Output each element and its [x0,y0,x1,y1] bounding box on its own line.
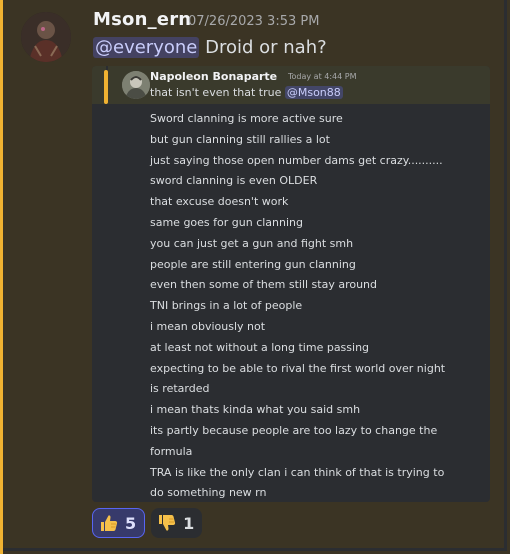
embedded-line: formula [150,444,193,458]
embedded-line: even then some of them still stay around [150,278,378,292]
reply-text-body: that isn't even that true [150,86,282,99]
embedded-line: sword clanning is even OLDER [150,174,318,188]
message-text: Droid or nah? [205,37,327,58]
reaction-thumbs-up[interactable]: 5 [92,508,146,538]
reply-author-avatar [122,71,150,99]
embedded-line: i mean thats kinda what you said smh [150,403,361,417]
embedded-line: at least not without a long time passing [150,340,370,354]
thumbs-down-icon [157,513,177,533]
embedded-line: Sword clanning is more active sure [150,112,343,125]
everyone-mention[interactable]: @everyone [93,37,200,58]
embedded-line: TRA is like the only clan i can think of… [150,465,445,479]
embedded-screenshot: Napoleon Bonaparte Today at 4:44 PM that… [92,66,490,502]
embedded-line: is retarded [150,382,210,396]
reaction-count: 1 [183,513,195,533]
reply-text: that isn't even that true @Mson88 [150,86,343,99]
embedded-line: TNI brings in a lot of people [150,299,303,313]
embedded-line: do something new rn [150,486,267,500]
author-name[interactable]: Mson_ern [93,9,191,30]
embedded-line: but gun clanning still rallies a lot [150,132,330,146]
embedded-line: same goes for gun clanning [150,215,304,229]
message-timestamp: 07/26/2023 3:53 PM [188,14,320,29]
reaction-count: 5 [125,513,137,533]
reply-timestamp: Today at 4:44 PM [288,72,357,81]
embedded-line: i mean obviously not [150,319,266,333]
embedded-line: its partly because people are too lazy t… [150,423,438,437]
embedded-line: you can just get a gun and fight smh [150,236,354,250]
embedded-line: just saying those open number dams get c… [150,153,443,167]
reactions-bar: 5 1 [92,508,203,538]
embedded-line: that excuse doesn't work [150,195,289,209]
embedded-line: expecting to be able to rival the first … [150,361,446,375]
reply-quote-bar [104,70,108,104]
author-avatar[interactable] [21,12,71,62]
embedded-message-lines: Sword clanning is more active sure but g… [150,109,480,502]
thumbs-up-icon [99,513,119,533]
embedded-line: people are still entering gun clanning [150,257,356,271]
reply-author-name: Napoleon Bonaparte [150,70,278,83]
message-content: @everyone Droid or nah? [93,37,327,58]
mention-highlight-bar [0,0,3,554]
reply-mention: @Mson88 [284,86,343,99]
reply-header: Napoleon Bonaparte Today at 4:44 PM that… [108,66,490,104]
reaction-thumbs-down[interactable]: 1 [151,508,203,538]
